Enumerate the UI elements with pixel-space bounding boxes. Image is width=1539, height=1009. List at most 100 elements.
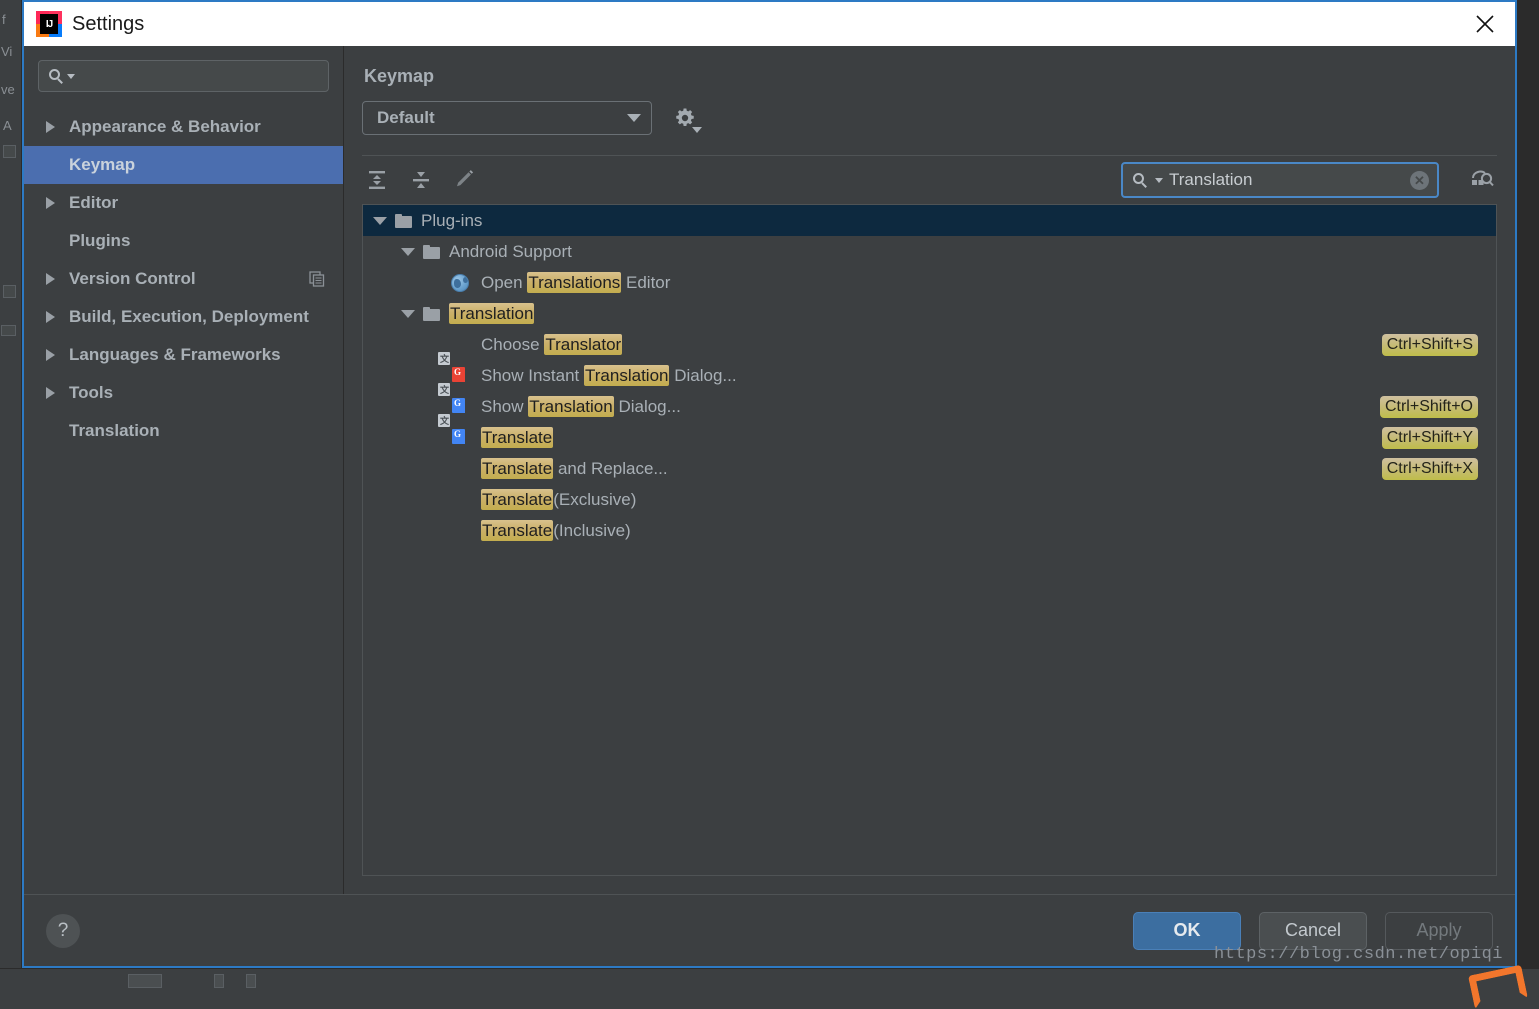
label-text: (Exclusive) <box>553 490 636 509</box>
search-icon <box>49 69 64 84</box>
sidebar-item-keymap[interactable]: Keymap <box>24 146 343 184</box>
tree-row-label: Translate and Replace... <box>481 459 668 479</box>
folder-icon <box>423 245 440 259</box>
ide-ghost-label-1: Vi <box>1 44 12 59</box>
keymap-select[interactable]: Default <box>362 101 652 135</box>
ide-ghost-label-3: A <box>3 118 12 133</box>
search-icon <box>1133 173 1148 188</box>
icon-placeholder <box>451 521 473 541</box>
chevron-down-icon[interactable] <box>373 217 387 225</box>
sidebar-item-translation[interactable]: Translation <box>24 412 343 450</box>
tree-row-label: Translate(Exclusive) <box>481 490 636 510</box>
chevron-right-icon[interactable] <box>46 387 55 399</box>
sidebar-item-version-control[interactable]: Version Control <box>24 260 343 298</box>
ide-ghost-box-0 <box>3 145 16 158</box>
highlighted-text: Translation <box>584 365 669 386</box>
clear-icon[interactable]: ✕ <box>1410 171 1429 190</box>
keymap-actions-tree[interactable]: Plug-ins Android Support Open Translations… <box>362 204 1497 876</box>
copy-icon[interactable] <box>309 271 325 287</box>
tree-row-label: Translate(Inclusive) <box>481 521 631 541</box>
highlighted-text: Translate <box>481 427 553 448</box>
label-text: Show Instant <box>481 366 584 385</box>
collapse-all-icon[interactable] <box>406 165 436 195</box>
chevron-down-icon <box>67 74 75 79</box>
google-translate-blue-icon: G文 <box>451 428 473 448</box>
chevron-right-icon[interactable] <box>46 121 55 133</box>
label-text: Dialog... <box>669 366 736 385</box>
folder-icon <box>395 214 412 228</box>
tree-row[interactable]: G文 Show Translation Dialog... Ctrl+Shift+O <box>363 391 1496 422</box>
gear-icon[interactable] <box>670 103 700 133</box>
highlighted-text: Translate <box>481 489 553 510</box>
cancel-button[interactable]: Cancel <box>1259 912 1367 950</box>
ide-status-bar <box>0 968 1539 990</box>
ide-ghost-box-2 <box>1 325 16 336</box>
dialog-title: Settings <box>72 13 144 36</box>
sidebar-item-label: Keymap <box>69 155 135 175</box>
icon-placeholder <box>451 459 473 479</box>
help-button[interactable]: ? <box>46 914 80 948</box>
sidebar-item-tools[interactable]: Tools <box>24 374 343 412</box>
apply-button: Apply <box>1385 912 1493 950</box>
label-text: and Replace... <box>553 459 667 478</box>
highlighted-text: Translate <box>481 520 553 541</box>
tree-row-label: Translation <box>449 304 534 324</box>
ide-tab-stub-0 <box>128 974 162 988</box>
tree-row[interactable]: Choose Translator Ctrl+Shift+S <box>363 329 1496 360</box>
chevron-down-icon[interactable] <box>401 248 415 256</box>
keymap-toolbar: ✕ <box>362 156 1497 204</box>
edit-shortcut-icon[interactable] <box>450 165 480 195</box>
sidebar-item-plugins[interactable]: Plugins <box>24 222 343 260</box>
shortcut-badge: Ctrl+Shift+Y <box>1382 427 1478 449</box>
sidebar-item-editor[interactable]: Editor <box>24 184 343 222</box>
label-text: Choose <box>481 335 544 354</box>
sidebar-item-appearance-behavior[interactable]: Appearance & Behavior <box>24 108 343 146</box>
sidebar-search-field[interactable] <box>38 60 329 92</box>
keymap-search-input[interactable] <box>1167 169 1406 191</box>
chevron-right-icon[interactable] <box>46 273 55 285</box>
expand-all-icon[interactable] <box>362 165 392 195</box>
tree-row[interactable]: Translate(Exclusive) <box>363 484 1496 515</box>
chevron-down-icon <box>1155 178 1163 183</box>
sidebar-item-label: Tools <box>69 383 113 403</box>
chevron-down-icon[interactable] <box>401 310 415 318</box>
sidebar-list: Appearance & Behavior Keymap EditorPlugins… <box>24 108 343 450</box>
sidebar-search-input[interactable] <box>81 66 318 86</box>
tree-row[interactable]: Plug-ins <box>363 205 1496 236</box>
label-text: Dialog... <box>614 397 681 416</box>
globe-icon <box>451 273 473 293</box>
label-text: Show <box>481 397 528 416</box>
sidebar-item-build-execution-deployment[interactable]: Build, Execution, Deployment <box>24 298 343 336</box>
label-text: Open <box>481 273 527 292</box>
shortcut-badge: Ctrl+Shift+S <box>1382 334 1478 356</box>
highlighted-text: Translate <box>481 458 553 479</box>
keymap-search-field[interactable]: ✕ <box>1121 162 1439 198</box>
tree-row[interactable]: Translate and Replace...Ctrl+Shift+X <box>363 453 1496 484</box>
label-text: Plug-ins <box>421 211 482 230</box>
chevron-down-icon <box>627 114 641 122</box>
folder-icon <box>423 307 440 321</box>
icon-placeholder <box>451 335 473 355</box>
find-by-shortcut-icon[interactable] <box>1467 165 1497 195</box>
chevron-right-icon[interactable] <box>46 311 55 323</box>
chevron-right-icon[interactable] <box>46 197 55 209</box>
tree-row[interactable]: Translate(Inclusive) <box>363 515 1496 546</box>
highlighted-text: Translation <box>449 303 534 324</box>
sidebar-item-languages-frameworks[interactable]: Languages & Frameworks <box>24 336 343 374</box>
shortcut-badge: Ctrl+Shift+O <box>1380 396 1478 418</box>
tree-row-label: Plug-ins <box>421 211 482 231</box>
chevron-right-icon[interactable] <box>46 349 55 361</box>
tree-row[interactable]: Android Support <box>363 236 1496 267</box>
google-translate-blue-icon: G文 <box>451 397 473 417</box>
settings-sidebar: Appearance & Behavior Keymap EditorPlugins… <box>24 46 344 894</box>
highlighted-text: Translator <box>544 334 622 355</box>
tree-row[interactable]: Translation <box>363 298 1496 329</box>
intellij-idea-logo-icon: IJ <box>36 11 62 37</box>
tree-row[interactable]: G文 Translate Ctrl+Shift+Y <box>363 422 1496 453</box>
label-text: Android Support <box>449 242 572 261</box>
ok-button[interactable]: OK <box>1133 912 1241 950</box>
tree-row[interactable]: G文Show Instant Translation Dialog... <box>363 360 1496 391</box>
tree-row-label: Show Translation Dialog... <box>481 397 681 417</box>
close-icon[interactable] <box>1455 2 1515 46</box>
tree-row[interactable]: Open Translations Editor <box>363 267 1496 298</box>
